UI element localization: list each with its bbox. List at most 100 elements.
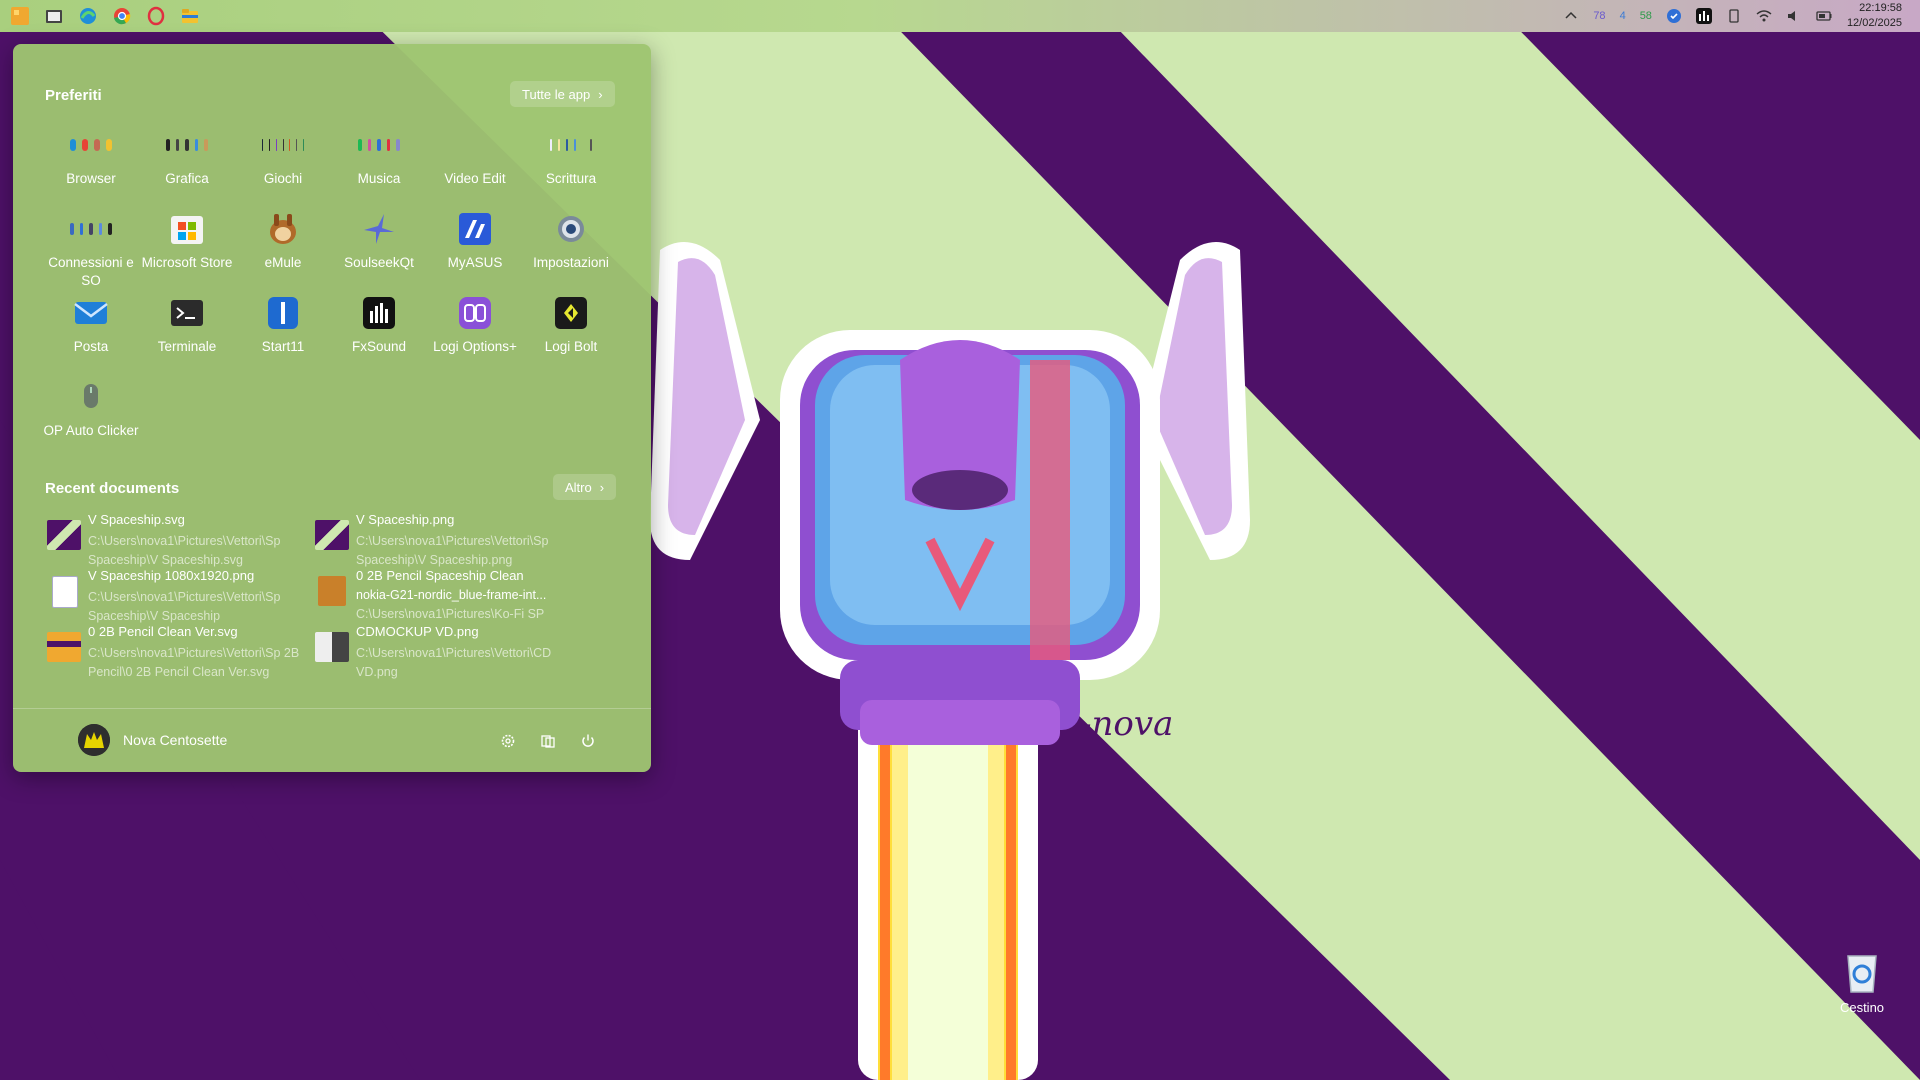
clock-time: 22:19:58 [1859, 2, 1902, 14]
tile-logi-options[interactable]: Logi Options+ [427, 292, 523, 356]
tile-scrittura[interactable]: Scrittura [523, 124, 619, 188]
recent-doc-item[interactable]: V Spaceship 1080x1920.png C:\Users\nova1… [43, 568, 311, 624]
tile-grafica[interactable]: Grafica [139, 124, 235, 188]
connections-folder-icon [70, 208, 112, 250]
tile-microsoft-store[interactable]: Microsoft Store [139, 208, 235, 272]
tile-browser[interactable]: Browser [43, 124, 139, 188]
opera-button[interactable] [142, 2, 170, 30]
recent-doc-item[interactable]: 0 2B Pencil Spaceship Clean nokia-G21-no… [311, 568, 579, 624]
recent-doc-item[interactable]: CDMOCKUP VD.png C:\Users\nova1\Pictures\… [311, 624, 579, 680]
soulseek-bird-icon [358, 208, 400, 250]
music-folder-icon [358, 124, 400, 166]
power-button[interactable] [577, 730, 599, 752]
tile-connessioni[interactable]: Connessioni e SO [43, 208, 139, 290]
chrome-icon [114, 8, 131, 25]
image-file-icon [52, 576, 78, 608]
phone-mockup-thumbnail [318, 576, 346, 606]
gear-icon [501, 734, 515, 748]
mail-icon [70, 292, 112, 334]
clock-date: 12/02/2025 [1846, 17, 1902, 29]
tile-terminale[interactable]: Terminale [139, 292, 235, 356]
doc-path: C:\Users\nova1\Pictures\Ko-Fi SP [356, 607, 545, 621]
tile-label: eMule [264, 255, 302, 270]
file-explorer-button[interactable] [176, 2, 204, 30]
file-explorer-footer-button[interactable] [537, 730, 559, 752]
tile-label: Logi Bolt [544, 339, 598, 354]
more-button[interactable]: Altro › [553, 474, 617, 500]
edge-button[interactable] [74, 2, 102, 30]
user-avatar[interactable] [78, 724, 110, 756]
start-menu-footer: Nova Centosette [13, 708, 651, 773]
start11-app-icon [262, 292, 304, 334]
tray-badge-b[interactable]: 4 [1620, 10, 1626, 22]
tile-logi-bolt[interactable]: Logi Bolt [523, 292, 619, 356]
tile-label: Scrittura [545, 171, 597, 186]
browser-folder-icon [70, 124, 112, 166]
battery-icon[interactable] [1816, 8, 1832, 24]
usb-device-icon[interactable] [1726, 8, 1742, 24]
tile-emule[interactable]: eMule [235, 208, 331, 272]
pencil-svg-thumbnail [47, 632, 81, 662]
recent-documents-title: Recent documents [45, 480, 180, 497]
tile-video-edit[interactable]: Video Edit [427, 124, 523, 188]
recycle-bin-icon [1842, 950, 1882, 994]
file-explorer-icon [541, 735, 555, 748]
settings-button[interactable] [497, 730, 519, 752]
tile-myasus[interactable]: MyASUS [427, 208, 523, 272]
emule-icon [262, 208, 304, 250]
task-view-icon [46, 10, 62, 23]
task-view-button[interactable] [40, 2, 68, 30]
tile-label: MyASUS [447, 255, 503, 270]
tile-label: Musica [357, 171, 401, 186]
doc-name: CDMOCKUP VD.png [356, 624, 479, 639]
tile-label: Giochi [263, 171, 303, 186]
tile-posta[interactable]: Posta [43, 292, 139, 356]
recycle-bin-desktop-icon[interactable]: Cestino [1826, 950, 1898, 1015]
more-label: Altro [565, 479, 592, 495]
tile-label: Connessioni e SO [48, 255, 134, 288]
all-apps-button[interactable]: Tutte le app › [510, 81, 615, 107]
fxsound-tray-icon[interactable] [1695, 8, 1712, 24]
myasus-icon [454, 208, 496, 250]
video-folder-icon [454, 124, 496, 166]
tile-giochi[interactable]: Giochi [235, 124, 331, 188]
tile-soulseekqt[interactable]: SoulseekQt [331, 208, 427, 272]
doc-subname: nokia-G21-nordic_blue-frame-int... [356, 588, 547, 602]
tile-label: Grafica [165, 171, 209, 186]
tile-label: Start11 [261, 339, 305, 354]
security-icon[interactable] [1666, 8, 1682, 24]
wifi-icon[interactable] [1756, 8, 1772, 24]
png-file-thumbnail [315, 520, 349, 550]
doc-name: V Spaceship 1080x1920.png [88, 568, 255, 583]
doc-path: C:\Users\nova1\Pictures\Vettori\Sp 2B Pe… [88, 646, 300, 679]
chevron-up-icon[interactable] [1563, 8, 1579, 24]
recent-doc-item[interactable]: V Spaceship.svg C:\Users\nova1\Pictures\… [43, 512, 311, 568]
recent-doc-item[interactable]: 0 2B Pencil Clean Ver.svg C:\Users\nova1… [43, 624, 311, 680]
chrome-button[interactable] [108, 2, 136, 30]
tile-musica[interactable]: Musica [331, 124, 427, 188]
chevron-right-icon: › [598, 86, 603, 102]
start11-button[interactable] [6, 2, 34, 30]
tile-label: SoulseekQt [344, 255, 414, 270]
clock[interactable]: 22:19:58 12/02/2025 [1847, 1, 1902, 31]
user-name[interactable]: Nova Centosette [123, 732, 227, 748]
tile-fxsound[interactable]: FxSound [331, 292, 427, 356]
tile-label: FxSound [351, 339, 407, 354]
tile-start11[interactable]: Start11 [235, 292, 331, 356]
tile-label: OP Auto Clicker [43, 423, 139, 438]
volume-icon[interactable] [1786, 8, 1802, 24]
tile-label: Posta [73, 339, 109, 354]
games-folder-icon [262, 124, 305, 166]
all-apps-label: Tutte le app [522, 86, 591, 102]
tile-label: Logi Options+ [433, 339, 517, 354]
mouse-icon [70, 376, 112, 418]
tile-op-auto-clicker[interactable]: OP Auto Clicker [43, 376, 139, 440]
tray-badge-c[interactable]: 58 [1640, 10, 1652, 22]
microsoft-store-icon [166, 208, 208, 250]
tray-badge-a[interactable]: 78 [1593, 10, 1605, 22]
doc-name: 0 2B Pencil Spaceship Clean [356, 568, 524, 583]
tile-impostazioni[interactable]: Impostazioni [523, 208, 619, 272]
recent-doc-item[interactable]: V Spaceship.png C:\Users\nova1\Pictures\… [311, 512, 579, 568]
logi-bolt-icon [550, 292, 592, 334]
graphics-folder-icon [166, 124, 208, 166]
